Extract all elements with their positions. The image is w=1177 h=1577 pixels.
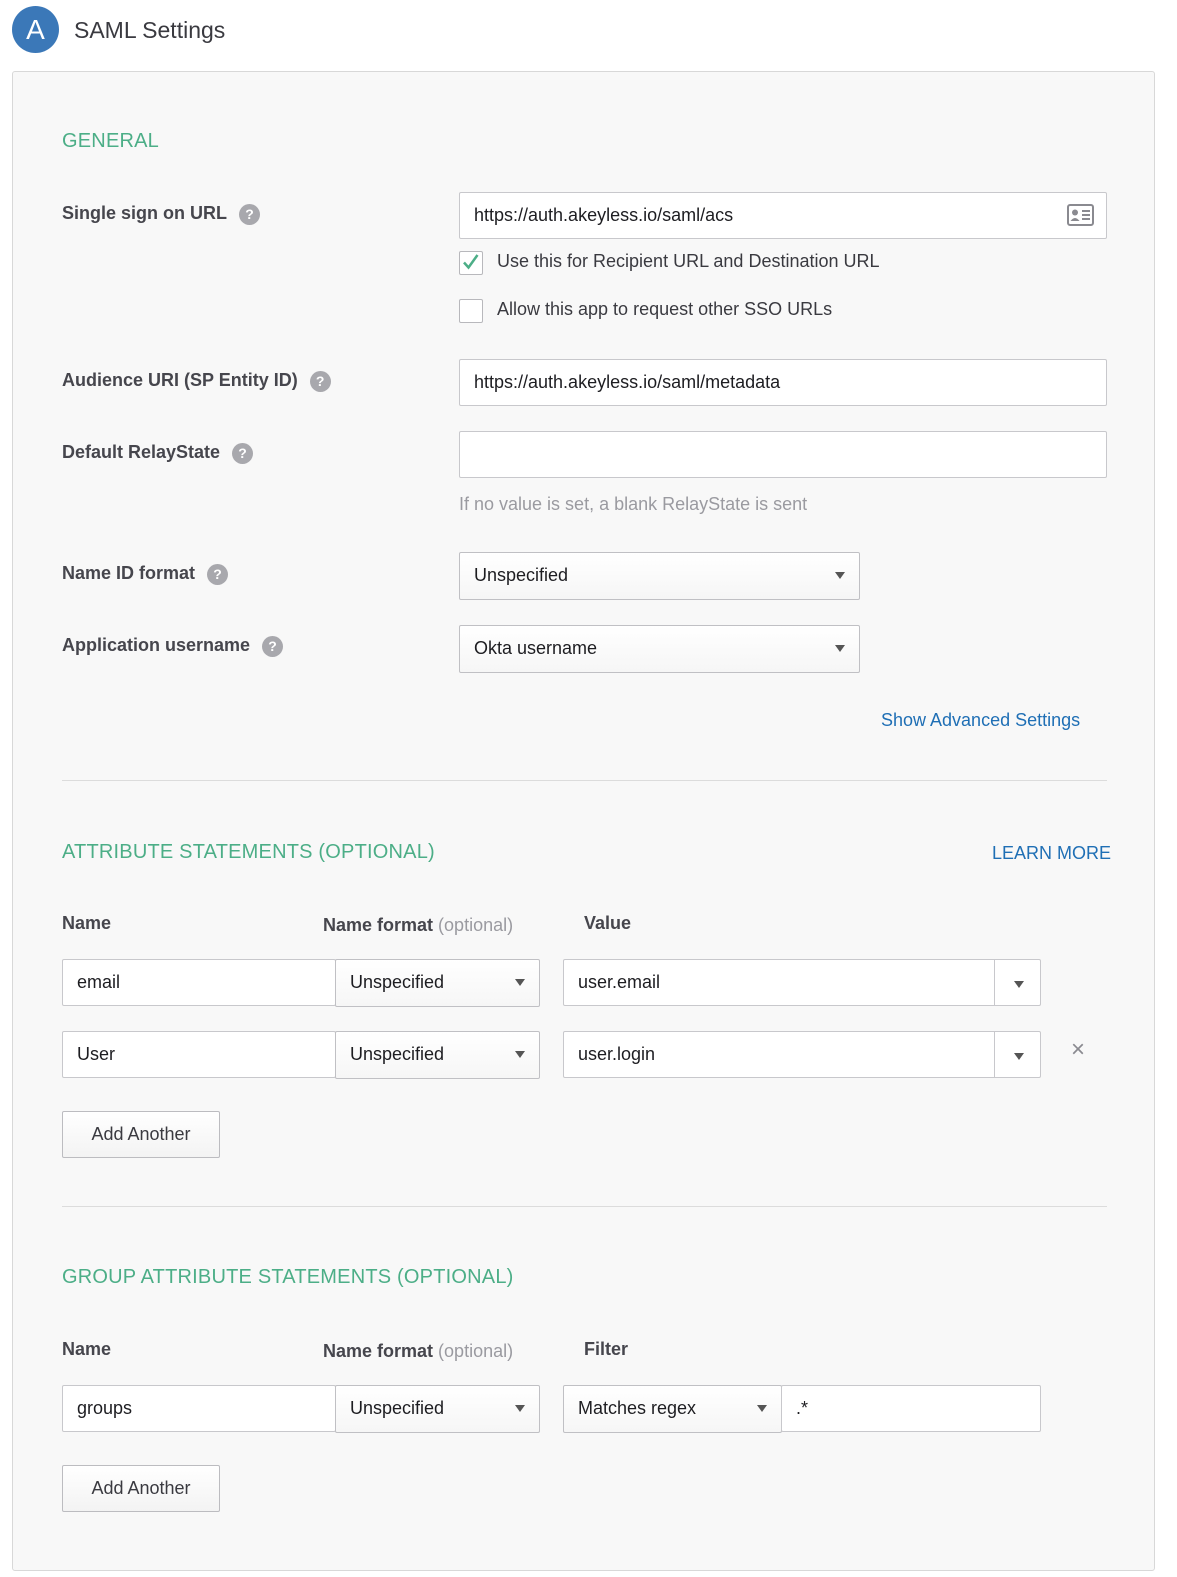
attr-value-input[interactable]: user.email — [563, 959, 1041, 1006]
chevron-down-icon — [1014, 981, 1024, 988]
name-id-format-label: Name ID format? — [62, 563, 229, 585]
app-username-label: Application username? — [62, 635, 284, 657]
chevron-down-icon — [835, 645, 845, 652]
recipient-url-checkbox[interactable] — [459, 251, 483, 275]
add-group-attribute-button[interactable]: Add Another — [62, 1465, 220, 1512]
attr-name-input[interactable]: User — [62, 1031, 336, 1078]
other-sso-urls-checkbox[interactable] — [459, 299, 483, 323]
other-sso-urls-label: Allow this app to request other SSO URLs — [497, 299, 833, 319]
chevron-down-icon — [515, 979, 525, 986]
sso-url-label: Single sign on URL? — [62, 203, 260, 225]
section-divider — [62, 1206, 1107, 1207]
group-format-column-header: Name format (optional) — [323, 1341, 514, 1361]
group-name-column-header: Name — [62, 1339, 112, 1359]
group-name-input[interactable]: groups — [62, 1385, 336, 1432]
help-icon[interactable]: ? — [262, 635, 284, 657]
help-icon[interactable]: ? — [207, 563, 229, 585]
contact-card-icon[interactable] — [1067, 204, 1094, 226]
checkmark-icon — [463, 254, 479, 270]
chevron-down-icon — [515, 1405, 525, 1412]
relay-state-hint: If no value is set, a blank RelayState i… — [459, 494, 808, 514]
attr-format-select[interactable]: Unspecified — [335, 1031, 540, 1079]
attr-name-input[interactable]: email — [62, 959, 336, 1006]
step-badge: A — [12, 6, 59, 53]
help-icon[interactable]: ? — [309, 370, 331, 392]
attr-format-select[interactable]: Unspecified — [335, 959, 540, 1007]
remove-row-icon[interactable]: × — [1071, 1036, 1085, 1064]
learn-more-link[interactable]: LEARN MORE — [992, 843, 1111, 864]
sso-url-input[interactable]: https://auth.akeyless.io/saml/acs — [459, 192, 1107, 239]
chevron-down-icon — [757, 1405, 767, 1412]
chevron-down-icon — [515, 1051, 525, 1058]
help-icon[interactable]: ? — [239, 203, 260, 225]
attr-format-column-header: Name format (optional) — [323, 915, 514, 935]
attr-name-column-header: Name — [62, 913, 112, 933]
page-title: SAML Settings — [74, 17, 226, 43]
value-dropdown-button[interactable] — [994, 960, 1040, 1005]
add-attribute-button[interactable]: Add Another — [62, 1111, 220, 1158]
section-divider — [62, 780, 1107, 781]
chevron-down-icon — [835, 572, 845, 579]
attr-value-column-header: Value — [584, 913, 632, 933]
chevron-down-icon — [1014, 1053, 1024, 1060]
recipient-url-label: Use this for Recipient URL and Destinati… — [497, 251, 880, 271]
show-advanced-settings-link[interactable]: Show Advanced Settings — [881, 710, 1080, 731]
relay-state-label: Default RelayState? — [62, 442, 254, 464]
general-heading: GENERAL — [62, 130, 159, 152]
group-filter-value-input[interactable]: .* — [781, 1385, 1041, 1432]
relay-state-input[interactable] — [459, 431, 1107, 478]
group-filter-column-header: Filter — [584, 1339, 629, 1359]
audience-uri-input[interactable]: https://auth.akeyless.io/saml/metadata — [459, 359, 1107, 406]
group-attribute-statements-heading: GROUP ATTRIBUTE STATEMENTS (OPTIONAL) — [62, 1266, 514, 1288]
group-filter-type-select[interactable]: Matches regex — [563, 1385, 782, 1433]
help-icon[interactable]: ? — [232, 442, 254, 464]
group-format-select[interactable]: Unspecified — [335, 1385, 540, 1433]
audience-uri-label: Audience URI (SP Entity ID)? — [62, 370, 331, 392]
name-id-format-select[interactable]: Unspecified — [459, 552, 860, 600]
app-username-select[interactable]: Okta username — [459, 625, 860, 673]
value-dropdown-button[interactable] — [994, 1032, 1040, 1077]
attribute-statements-heading: ATTRIBUTE STATEMENTS (OPTIONAL) — [62, 841, 435, 863]
attr-value-input[interactable]: user.login — [563, 1031, 1041, 1078]
